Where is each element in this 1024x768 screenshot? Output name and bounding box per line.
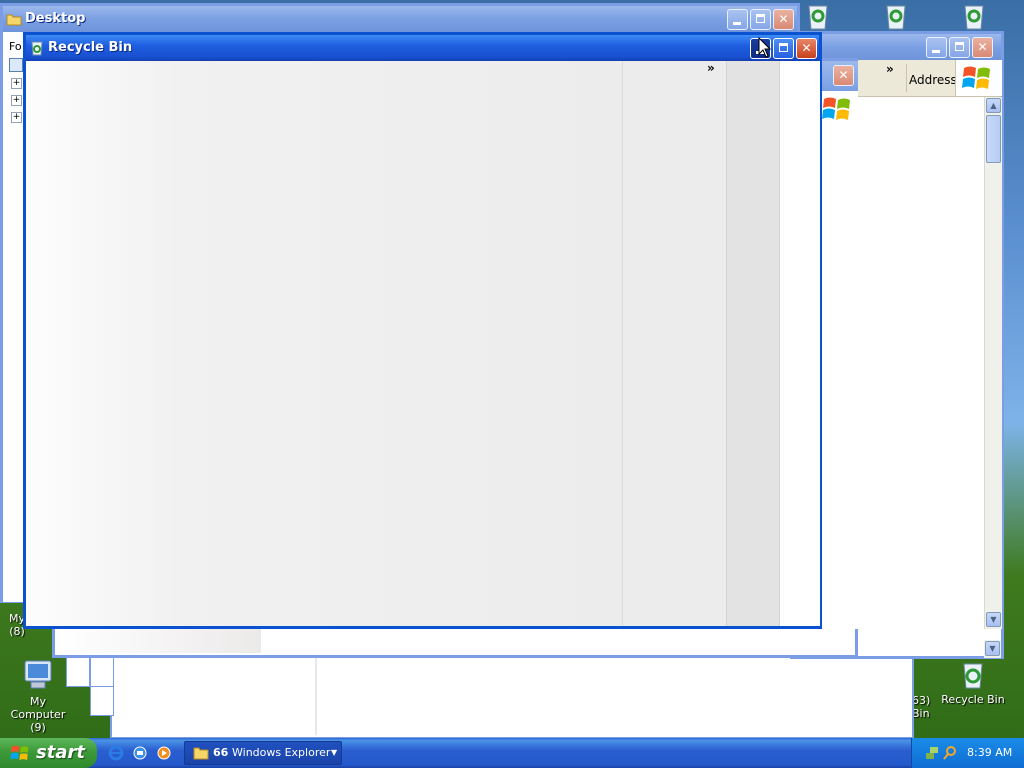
folder-icon (193, 747, 209, 760)
computer-icon (24, 660, 52, 689)
back-close-button[interactable]: ✕ (972, 37, 993, 58)
mouse-cursor-icon (758, 37, 772, 58)
media-player-icon[interactable] (156, 745, 172, 761)
chevron-down-icon: ▼ (331, 748, 338, 757)
stacked-window-small-1 (66, 655, 90, 687)
back-minimize-button[interactable] (926, 37, 947, 58)
task-label: Windows Explorer (232, 746, 331, 759)
desktop-icon-my-computer[interactable]: My Computer (9) (3, 658, 73, 734)
recycle-bin-icon (31, 41, 43, 56)
cutoff-text-column (1004, 120, 1024, 650)
desktop-close-button[interactable]: ✕ (773, 9, 794, 30)
task-count: 66 (213, 746, 229, 759)
desktop-icon-recycle-bin[interactable]: Recycle Bin (938, 658, 1008, 706)
network-icon[interactable] (924, 745, 940, 761)
search-icon[interactable] (942, 745, 958, 761)
scroll-thumb[interactable] (986, 115, 1001, 163)
desktop-window-titlebar[interactable]: Desktop ✕ (3, 6, 797, 32)
desktop-maximize-button[interactable] (750, 9, 771, 30)
stacked-window-small-2 (90, 655, 114, 687)
address-label: Address (909, 73, 957, 87)
windows-logo-icon (10, 745, 29, 761)
recycle-bin-right-area (779, 61, 820, 626)
scroll-down-button-2[interactable]: ▼ (985, 641, 1000, 656)
back-toolbar-separator (906, 64, 907, 92)
recycle-bin-window[interactable]: Recycle Bin ✕ » (23, 32, 822, 629)
recycle-shortcut-2[interactable] (882, 2, 910, 33)
back-vertical-scrollbar[interactable]: ▲ ▼ (984, 97, 1002, 629)
outlook-express-icon[interactable] (132, 745, 148, 761)
recycle-close-button[interactable]: ✕ (796, 38, 817, 59)
stacked-window-divider (315, 657, 317, 735)
tree-expand-1[interactable]: + (11, 78, 22, 89)
recycle-bin-label: Recycle Bin (941, 693, 1005, 706)
middle-window-statusbar (61, 629, 261, 653)
start-label: start (36, 742, 85, 763)
desktop-window-title: Desktop (25, 11, 86, 26)
recycle-bin-toolbar-area: » (622, 61, 727, 626)
stacked-window-small-3 (90, 686, 114, 716)
recycle-bin-icon (808, 5, 828, 30)
recycle-shortcut-1[interactable] (804, 2, 832, 33)
middle-close-button[interactable]: ✕ (833, 65, 854, 86)
recycle-shortcut-3[interactable] (960, 2, 988, 33)
folder-icon (6, 14, 22, 26)
scroll-down-button[interactable]: ▼ (986, 612, 1001, 627)
taskbar-windows-explorer-group[interactable]: 66 Windows Explorer ▼ (184, 741, 342, 765)
back-toolbar-chevron[interactable]: » (886, 62, 894, 76)
recycle-maximize-button[interactable] (773, 38, 794, 59)
back-bottom-scrollbar-button[interactable]: ▼ (984, 640, 1001, 658)
clock: 8:39 AM (967, 746, 1013, 759)
recycle-bin-content[interactable] (26, 61, 622, 626)
desktop-minimize-button[interactable] (727, 9, 748, 30)
recycle-partial-label: 63) Bin (912, 694, 931, 720)
recycle-bin-icon (964, 5, 984, 30)
recycle-bin-icon (963, 663, 983, 689)
recycle-bin-titlebar[interactable]: Recycle Bin ✕ (26, 35, 819, 61)
toolbar-chevron[interactable]: » (707, 61, 715, 75)
recycle-bin-icon (886, 5, 906, 30)
system-tray: 8:39 AM (911, 738, 1024, 768)
my-computer-label: My Computer (10, 695, 66, 721)
middle-window-close-strip: ✕ (819, 61, 858, 91)
windows-logo-icon (962, 66, 990, 89)
tree-root-icon (9, 58, 23, 72)
recycle-bin-title: Recycle Bin (48, 40, 133, 55)
folders-label: Fo (9, 40, 22, 53)
tree-expand-2[interactable]: + (11, 95, 22, 106)
stacked-window-bottom (110, 655, 914, 739)
start-button[interactable]: start (0, 738, 97, 768)
taskbar: start 66 Windows Explorer ▼ 8:39 AM (0, 738, 1024, 768)
scroll-up-button[interactable]: ▲ (986, 98, 1001, 113)
tree-expand-3[interactable]: + (11, 112, 22, 123)
recycle-bin-side-strip (726, 61, 780, 626)
back-maximize-button[interactable] (949, 37, 970, 58)
internet-explorer-icon[interactable] (108, 745, 124, 761)
my-computer-count: (9) (30, 721, 46, 734)
middle-window-logo-area (819, 91, 858, 629)
windows-logo-icon (822, 97, 850, 120)
